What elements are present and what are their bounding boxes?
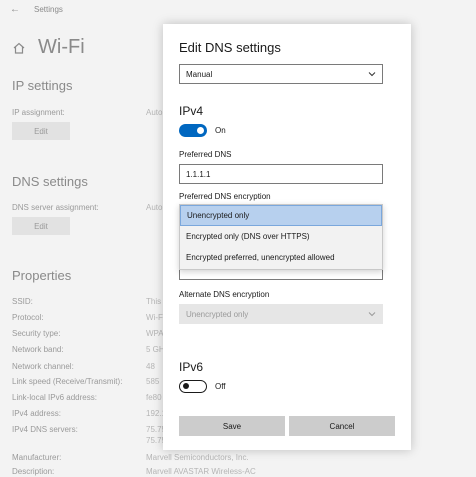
property-value: Marvell Semiconductors, Inc. [146,453,249,462]
toggle-knob [183,383,189,389]
edit-dns-dialog: Edit DNS settings Manual IPv4 On Preferr… [163,24,411,450]
dns-mode-value: Manual [186,69,213,79]
ipv4-toggle[interactable] [179,124,207,137]
encryption-option-unencrypted[interactable]: Unencrypted only [180,205,382,226]
dialog-title: Edit DNS settings [179,40,281,55]
chevron-down-icon [368,72,376,77]
page-header: Wi-Fi [12,36,85,59]
property-label: Protocol: [12,313,44,322]
dns-settings-heading: DNS settings [12,174,88,189]
ipv6-toggle[interactable] [179,380,207,393]
dns-assignment-label: DNS server assignment: [12,203,99,212]
toggle-knob [197,127,204,134]
preferred-encryption-label: Preferred DNS encryption [179,192,271,201]
ipv6-toggle-text: Off [215,382,226,391]
encryption-option-encrypted-only[interactable]: Encrypted only (DNS over HTTPS) [180,226,382,247]
properties-heading: Properties [12,268,72,283]
dns-mode-select[interactable]: Manual [179,64,383,84]
cancel-button[interactable]: Cancel [289,416,395,436]
property-label: Link speed (Receive/Transmit): [12,377,123,386]
chevron-down-icon [368,312,376,317]
alternate-encryption-select[interactable]: Unencrypted only [179,304,383,324]
property-value: 585 [146,377,160,386]
property-value: Marvell AVASTAR Wireless-AC [146,467,256,476]
property-value: fe80 [146,393,162,402]
property-label: Manufacturer: [12,453,62,462]
preferred-dns-label: Preferred DNS [179,150,232,159]
property-label: Description: [12,467,55,476]
ip-settings-heading: IP settings [12,78,73,93]
home-icon[interactable] [12,41,26,55]
ipv4-toggle-text: On [215,126,226,135]
property-label: IPv4 address: [12,409,61,418]
ip-edit-button[interactable]: Edit [12,122,70,140]
property-label: Network band: [12,345,64,354]
window-title: Settings [34,5,63,14]
property-label: Network channel: [12,362,74,371]
alternate-encryption-value: Unencrypted only [186,309,249,319]
title-bar: ← Settings [10,4,63,15]
ipv4-heading: IPv4 [179,104,204,118]
property-value: 48 [146,362,155,371]
ipv6-heading: IPv6 [179,360,204,374]
property-label: IPv4 DNS servers: [12,425,78,434]
ip-assignment-label: IP assignment: [12,108,65,117]
alternate-encryption-label: Alternate DNS encryption [179,290,270,299]
property-label: SSID: [12,297,33,306]
encryption-option-encrypted-preferred[interactable]: Encrypted preferred, unencrypted allowed [180,247,382,268]
preferred-encryption-dropdown[interactable]: Unencrypted only Encrypted only (DNS ove… [179,204,383,270]
back-arrow-icon[interactable]: ← [10,4,20,15]
dns-edit-button[interactable]: Edit [12,217,70,235]
property-label: Security type: [12,329,61,338]
preferred-dns-input[interactable]: 1.1.1.1 [179,164,383,184]
preferred-dns-value: 1.1.1.1 [186,169,211,179]
save-button[interactable]: Save [179,416,285,436]
property-value: This [146,297,162,306]
page-title: Wi-Fi [38,36,85,58]
property-label: Link-local IPv6 address: [12,393,97,402]
